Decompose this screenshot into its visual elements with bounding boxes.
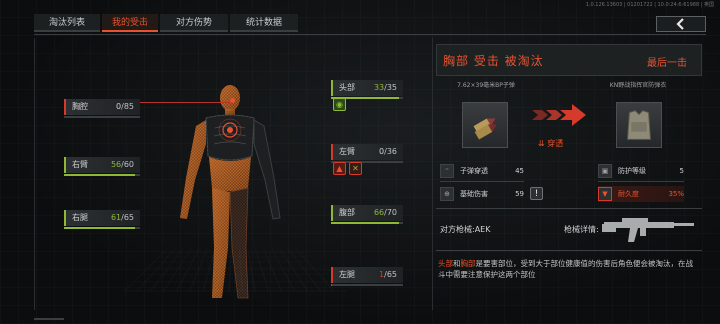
crosshair-icon: ⊕	[440, 187, 454, 201]
warning-icon[interactable]: !	[530, 187, 543, 200]
left-arm-status: 左臂 0/36	[331, 144, 403, 160]
penetration-status: ⇊ 穿透	[538, 139, 564, 148]
stomach-health-bar	[331, 222, 403, 224]
stat-divider-right	[598, 181, 684, 182]
head-hp: 33/35	[373, 83, 397, 92]
tab-my-hits[interactable]: 我的受击	[102, 14, 158, 32]
armor-vest-icon	[627, 110, 651, 140]
last-hit-label: 最后一击	[647, 58, 687, 69]
hit-title-bar: 胸部 受击 被淘汰 最后一击	[436, 44, 702, 76]
hit-title: 胸部 受击 被淘汰	[443, 54, 544, 68]
right-leg-status: 右腿 61/65	[64, 210, 140, 226]
head-effects: ◉	[333, 98, 346, 111]
stomach-label: 腹部	[339, 208, 355, 217]
ammo-name: 7.62×39毫米BP子弹	[457, 82, 515, 89]
left-arm-effects: ▲ ✕	[333, 162, 362, 175]
right-arm-health-bar	[64, 174, 140, 176]
right-leg-label: 右腿	[72, 213, 88, 222]
chevron-left-icon	[676, 18, 684, 30]
left-leg-health-bar	[331, 284, 403, 286]
stat-durability: ▼ 耐久度 35%	[598, 186, 684, 202]
left-leg-hp: 1/65	[379, 270, 397, 279]
armor-name: KN野战指挥官防弹衣	[609, 82, 667, 89]
right-arm-label: 右臂	[72, 160, 88, 169]
durability-icon: ▼	[598, 187, 612, 201]
vital-parts-description: 头部和胸部是要害部位，受到大于部位健康值的伤害后角色便会被淘汰，在战斗中需要注意…	[438, 259, 693, 279]
left-leg-label: 左腿	[339, 270, 355, 279]
bottom-decoration	[34, 318, 64, 320]
bullet-icon: ⁼	[440, 164, 454, 178]
right-leg-hp: 61/65	[110, 213, 134, 222]
left-arm-hp: 0/36	[379, 147, 397, 156]
weapon-detail-label[interactable]: 枪械详情:	[564, 224, 599, 235]
back-button[interactable]	[656, 16, 706, 32]
vest-icon: ▣	[598, 164, 612, 178]
arrow-right-icon	[532, 104, 586, 126]
tab-bar: 淘汰列表 我的受击 对方伤势 统计数据	[34, 14, 298, 32]
ammo-item-slot[interactable]	[462, 102, 508, 148]
armor-item-slot[interactable]	[616, 102, 662, 148]
stat-penetration: ⁼ 子弹穿透 45	[440, 163, 524, 179]
version-text: 1.0.126.13603 | 01201722 | 10.0:24:6:619…	[585, 2, 714, 8]
tab-elimination-list[interactable]: 淘汰列表	[34, 14, 100, 32]
thorax-connector-line	[140, 102, 232, 103]
header-divider	[34, 34, 706, 35]
stomach-hp: 66/70	[373, 208, 397, 217]
left-arm-label: 左臂	[339, 147, 355, 156]
tab-enemy-injuries[interactable]: 对方伤势	[160, 14, 228, 32]
tab-statistics[interactable]: 统计数据	[230, 14, 298, 32]
thorax-label: 胸腔	[72, 102, 88, 111]
enemy-weapon-label: 对方枪械:AEK	[440, 225, 491, 234]
thorax-status: 胸腔 0/85	[64, 99, 140, 115]
head-status: 头部 33/35	[331, 80, 403, 96]
stat-divider	[440, 181, 524, 182]
right-leg-health-bar	[64, 227, 140, 229]
right-arm-hp: 56/60	[110, 160, 134, 169]
right-arm-status: 右臂 56/60	[64, 157, 140, 173]
left-leg-status: 左腿 1/65	[331, 267, 403, 283]
rifle-icon[interactable]	[600, 212, 696, 246]
thorax-health-bar	[64, 116, 140, 118]
stomach-status: 腹部 66/70	[331, 205, 403, 221]
thorax-connector-dot	[230, 98, 235, 103]
penetration-icon: ⇊	[538, 139, 545, 148]
bleeding-icon[interactable]: ▲	[333, 162, 346, 175]
section-divider	[436, 208, 702, 209]
thorax-hp: 0/85	[116, 102, 134, 111]
stat-armor-class: ▣ 防护等级 5	[598, 163, 684, 179]
stat-base-damage: ⊕ 基础伤害 59	[440, 186, 524, 202]
section-divider-2	[436, 250, 702, 251]
head-label: 头部	[339, 83, 355, 92]
fracture-icon[interactable]: ✕	[349, 162, 362, 175]
ammo-icon	[473, 118, 497, 140]
hearing-icon[interactable]: ◉	[333, 98, 346, 111]
